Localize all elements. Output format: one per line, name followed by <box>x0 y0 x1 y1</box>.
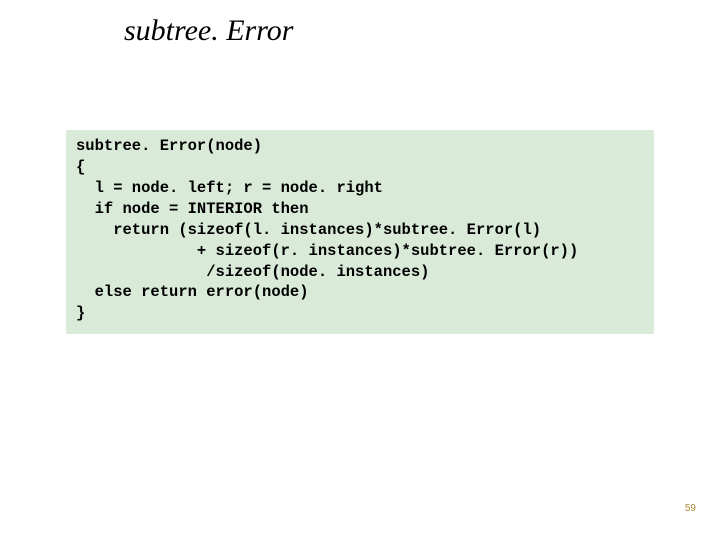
slide: subtree. Error subtree. Error(node) { l … <box>0 0 720 540</box>
code-line: + sizeof(r. instances)*subtree. Error(r)… <box>76 242 578 260</box>
page-number: 59 <box>685 503 696 514</box>
code-line: if node = INTERIOR then <box>76 200 309 218</box>
slide-title: subtree. Error <box>124 14 293 48</box>
code-line: subtree. Error(node) <box>76 137 262 155</box>
code-line: else return error(node) <box>76 283 309 301</box>
code-line: /sizeof(node. instances) <box>76 263 429 281</box>
code-line: } <box>76 304 85 322</box>
code-line: l = node. left; r = node. right <box>76 179 383 197</box>
code-line: return (sizeof(l. instances)*subtree. Er… <box>76 221 541 239</box>
code-line: { <box>76 158 85 176</box>
code-block: subtree. Error(node) { l = node. left; r… <box>66 130 654 334</box>
